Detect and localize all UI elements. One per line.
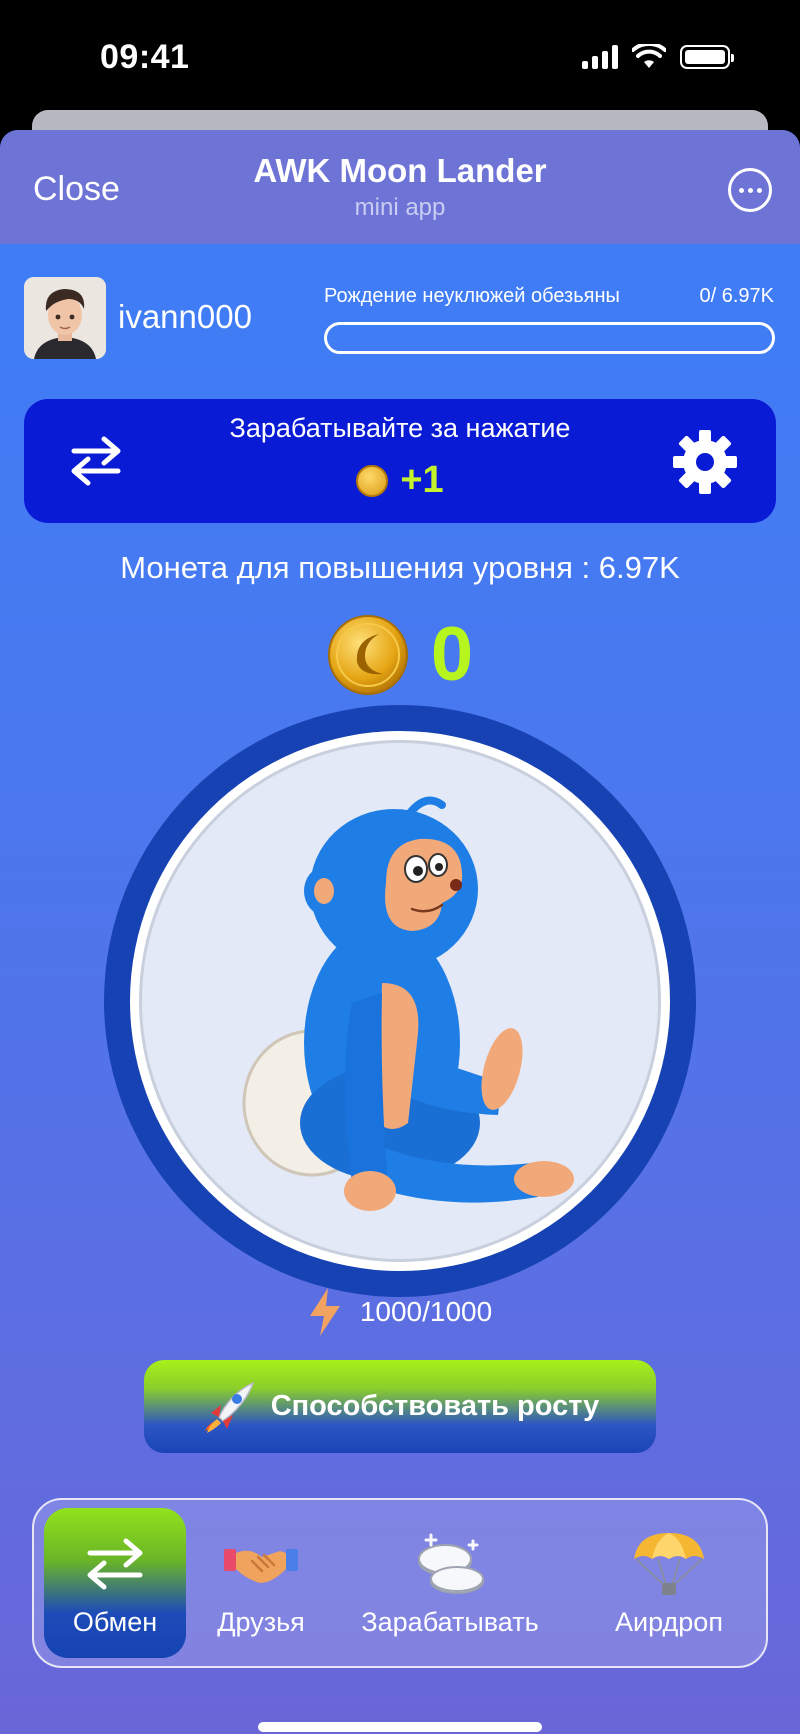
energy-indicator: 1000/1000 xyxy=(0,1288,800,1336)
balance-value: 0 xyxy=(430,612,474,697)
app-subtitle: mini app xyxy=(354,194,446,221)
app-title: AWK Moon Lander xyxy=(253,152,547,189)
mini-app: Close AWK Moon Lander mini app ivann000 … xyxy=(0,130,800,1734)
earn-title: Зарабатывайте за нажатие xyxy=(229,413,571,443)
app-header: Close AWK Moon Lander mini app xyxy=(0,130,800,244)
banana-coin-icon xyxy=(327,615,408,695)
status-time: 09:41 xyxy=(100,38,190,76)
status-bar: 09:41 xyxy=(0,0,800,110)
handshake-icon xyxy=(224,1549,298,1583)
boost-label: Способствовать росту xyxy=(270,1390,600,1422)
nav-item-exchange[interactable]: Обмен xyxy=(44,1508,186,1658)
nav-item-friends[interactable]: Друзья xyxy=(190,1508,332,1658)
bottom-nav: Обмен Друзья Зарабатывать Аирдроп xyxy=(32,1498,768,1668)
coin-balance: 0 xyxy=(0,614,800,696)
earn-per-tap-card: Зарабатывайте за нажатие +1 xyxy=(24,399,776,523)
monkey-character xyxy=(139,740,661,1262)
status-icons xyxy=(582,44,734,70)
monkey-icon xyxy=(242,796,574,1211)
battery-icon xyxy=(680,45,734,69)
coins-icon xyxy=(418,1533,484,1594)
username: ivann000 xyxy=(118,298,252,335)
rocket-icon xyxy=(204,1381,255,1433)
nav-label: Обмен xyxy=(72,1607,158,1637)
gear-icon[interactable] xyxy=(672,429,738,495)
signal-icon xyxy=(582,45,618,69)
nav-label: Аирдроп xyxy=(615,1607,723,1637)
lightning-icon xyxy=(309,1288,340,1336)
nav-item-earn[interactable]: Зарабатывать xyxy=(346,1508,554,1658)
level-title: Рождение неуклюжей обезьяны xyxy=(324,285,620,307)
avatar[interactable] xyxy=(24,277,106,359)
dot-icon xyxy=(756,187,762,193)
parachute-icon xyxy=(634,1533,704,1595)
tap-ring xyxy=(130,731,670,1271)
wifi-icon xyxy=(632,44,666,68)
level-progress-text: 0/ 6.97K xyxy=(699,285,774,307)
coin-icon xyxy=(356,464,389,497)
swap-icon xyxy=(87,1538,143,1590)
avatar-image xyxy=(24,277,106,359)
boost-button[interactable]: Способствовать росту xyxy=(144,1360,656,1453)
tap-area[interactable] xyxy=(104,705,696,1297)
nav-label: Зарабатывать xyxy=(361,1607,539,1637)
energy-value: 1000/1000 xyxy=(359,1296,493,1327)
nav-item-airdrop[interactable]: Аирдроп xyxy=(594,1508,744,1658)
nav-label: Друзья xyxy=(217,1607,305,1637)
earn-per-tap-value: +1 xyxy=(400,459,444,501)
dot-icon xyxy=(747,187,753,193)
home-indicator xyxy=(258,1722,542,1732)
level-progress-bar xyxy=(324,322,775,354)
level-up-requirement: Монета для повышения уровня : 6.97K xyxy=(120,550,680,585)
more-options-button[interactable] xyxy=(728,168,772,212)
earn-amount: +1 xyxy=(24,459,776,502)
dot-icon xyxy=(738,187,744,193)
